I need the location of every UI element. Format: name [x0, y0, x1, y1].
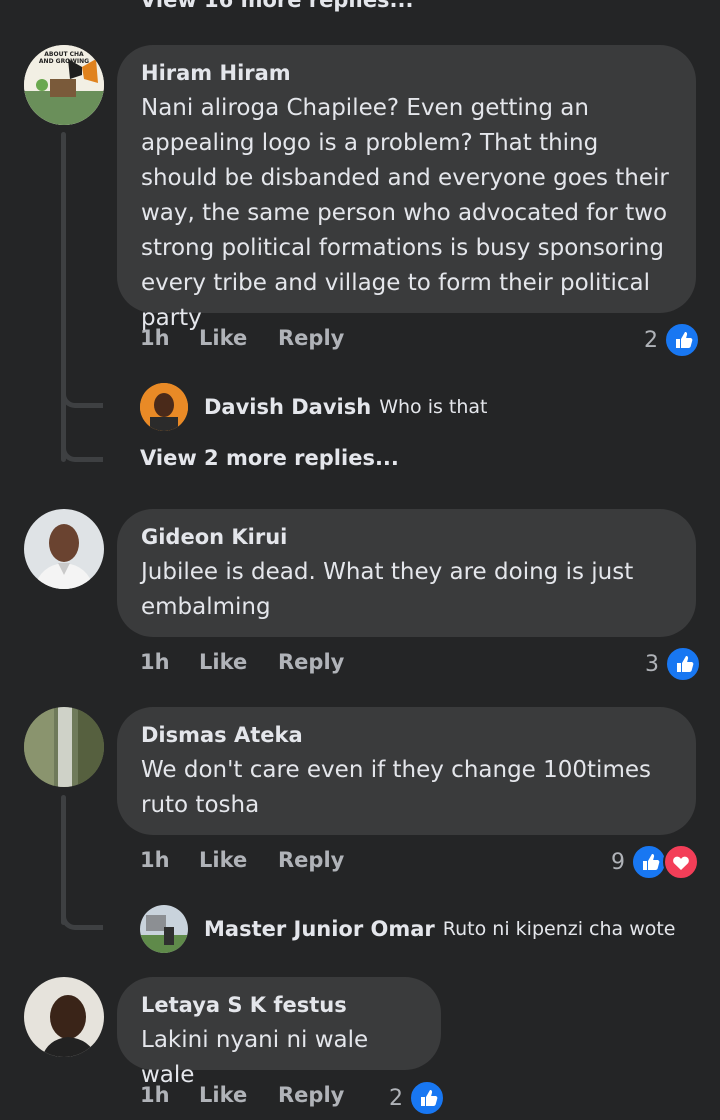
comment-author[interactable]: Letaya S K festus — [141, 991, 417, 1019]
like-button[interactable]: Like — [199, 1083, 278, 1107]
reaction-count: 9 — [611, 849, 625, 875]
reply-text: Ruto ni kipenzi cha wote — [442, 918, 676, 940]
comment-time[interactable]: 1h — [140, 326, 199, 350]
comment-actions: 1h Like Reply — [140, 650, 344, 674]
reaction-count: 2 — [644, 327, 658, 353]
svg-text:AND GROWING: AND GROWING — [39, 58, 89, 65]
comment-time[interactable]: 1h — [140, 1083, 199, 1107]
reply-author[interactable]: Davish Davish — [204, 395, 371, 419]
comment-actions: 1h Like Reply — [140, 848, 344, 872]
avatar-image: ABOUT CHA AND GROWING — [24, 45, 104, 125]
thread-connector — [61, 902, 103, 930]
comment-bubble: Dismas Ateka We don't care even if they … — [117, 707, 696, 835]
avatar[interactable]: ABOUT CHA AND GROWING — [24, 45, 104, 125]
reply-item: Davish Davish Who is that — [140, 383, 488, 431]
avatar[interactable] — [24, 707, 104, 787]
reply-button[interactable]: Reply — [278, 1083, 344, 1107]
comment-bubble: Hiram Hiram Nani aliroga Chapilee? Even … — [117, 45, 696, 331]
thread-line — [61, 132, 66, 462]
avatar[interactable] — [140, 905, 188, 953]
like-reaction-icon — [665, 646, 701, 682]
reaction-summary[interactable]: 2 — [389, 1080, 445, 1116]
view-more-replies-link[interactable]: View 16 more replies... — [140, 0, 414, 12]
reaction-summary[interactable]: 2 — [644, 322, 700, 358]
comment-bubble: Letaya S K festus Lakini nyani ni wale w… — [117, 977, 441, 1088]
like-reaction-icon — [409, 1080, 445, 1116]
comment-time[interactable]: 1h — [140, 848, 199, 872]
view-more-replies-link[interactable]: View 2 more replies... — [140, 446, 399, 470]
like-button[interactable]: Like — [199, 650, 278, 674]
like-reaction-icon — [664, 322, 700, 358]
reply-button[interactable]: Reply — [278, 326, 344, 350]
thread-connector — [61, 380, 103, 408]
reply-author[interactable]: Master Junior Omar — [204, 917, 435, 941]
reaction-summary[interactable]: 9 — [611, 844, 699, 880]
comment-author[interactable]: Dismas Ateka — [141, 721, 672, 749]
reaction-count: 2 — [389, 1085, 403, 1111]
comment-actions: 1h Like Reply — [140, 1083, 344, 1107]
svg-text:ABOUT CHA: ABOUT CHA — [44, 51, 84, 58]
comment-time[interactable]: 1h — [140, 650, 199, 674]
comment-author[interactable]: Hiram Hiram — [141, 59, 672, 87]
comment-author[interactable]: Gideon Kirui — [141, 523, 672, 551]
reply-button[interactable]: Reply — [278, 650, 344, 674]
avatar[interactable] — [140, 383, 188, 431]
avatar[interactable] — [24, 509, 104, 589]
reaction-summary[interactable]: 3 — [645, 646, 701, 682]
reply-button[interactable]: Reply — [278, 848, 344, 872]
comment-bubble: Gideon Kirui Jubilee is dead. What they … — [117, 509, 696, 637]
like-reaction-icon — [631, 844, 667, 880]
love-reaction-icon — [663, 844, 699, 880]
reply-text: Who is that — [379, 396, 488, 418]
like-button[interactable]: Like — [199, 848, 278, 872]
reply-item: Master Junior Omar Ruto ni kipenzi cha w… — [140, 905, 676, 953]
reaction-count: 3 — [645, 651, 659, 677]
comment-actions: 1h Like Reply — [140, 326, 344, 350]
avatar[interactable] — [24, 977, 104, 1057]
comment-text: Nani aliroga Chapilee? Even getting an a… — [141, 95, 669, 331]
comment-text: Jubilee is dead. What they are doing is … — [141, 559, 634, 620]
comment-text: We don't care even if they change 100tim… — [141, 757, 651, 818]
thread-connector — [61, 434, 103, 462]
like-button[interactable]: Like — [199, 326, 278, 350]
